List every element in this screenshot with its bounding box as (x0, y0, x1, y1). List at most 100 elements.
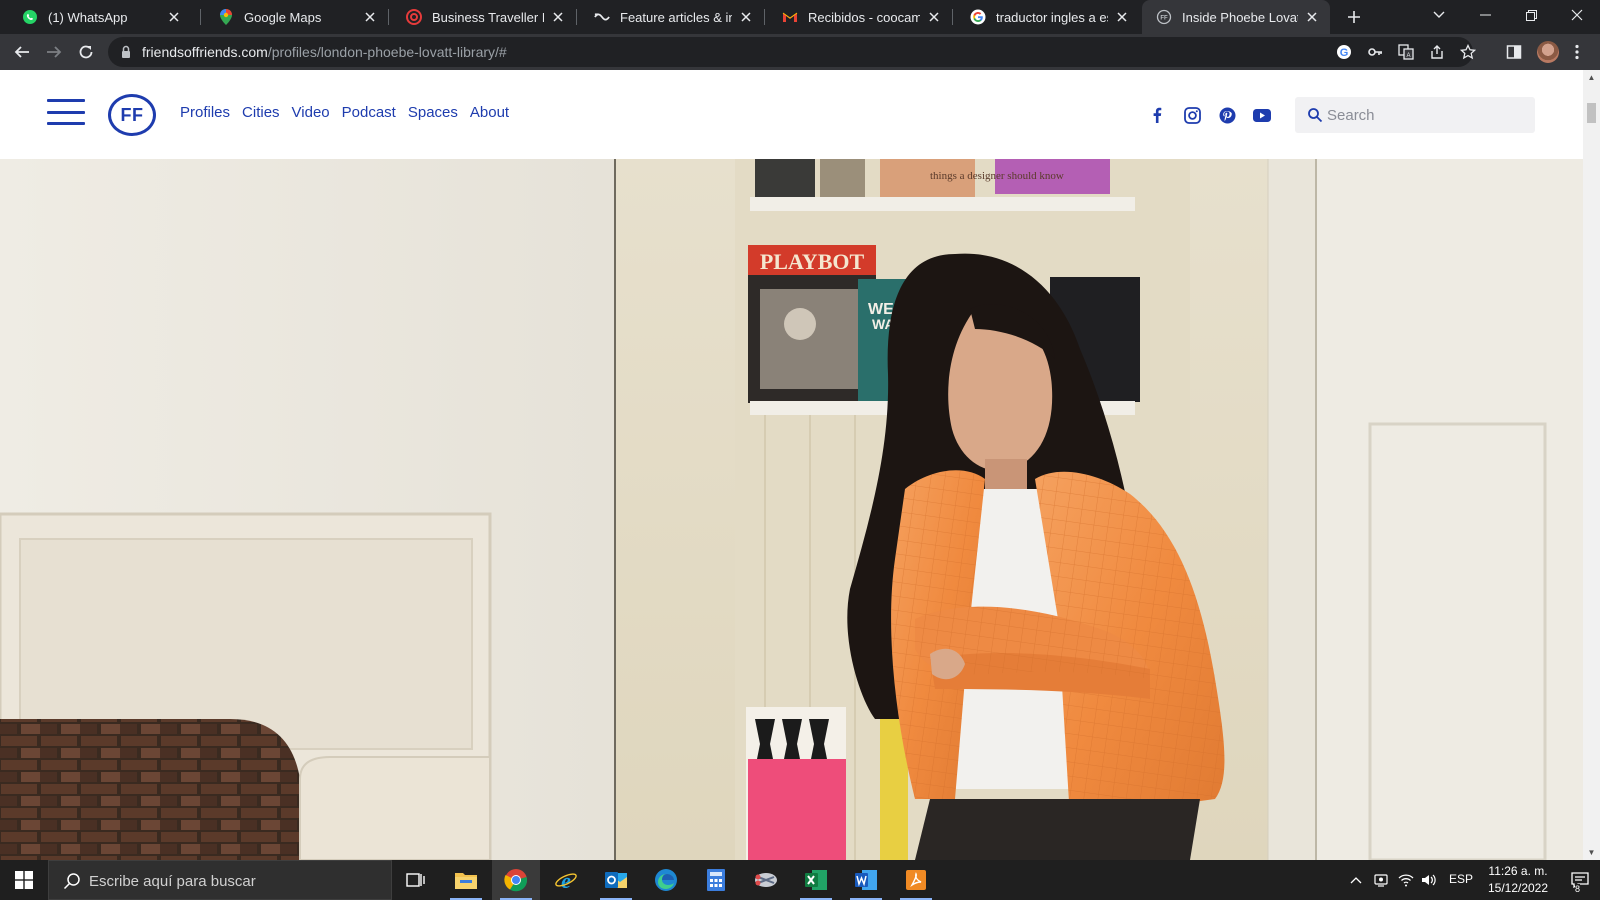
taskbar-search-placeholder: Escribe aquí para buscar (89, 873, 256, 890)
kebab-menu-icon[interactable] (1567, 42, 1587, 62)
start-button[interactable] (0, 860, 48, 900)
address-bar[interactable]: friendsoffriends.com/profiles/london-pho… (108, 37, 1476, 67)
reload-icon (79, 45, 93, 59)
scroll-down-arrow-icon[interactable]: ▼ (1587, 848, 1596, 857)
snipping-tool-icon[interactable] (742, 860, 790, 900)
scroll-up-arrow-icon[interactable]: ▲ (1587, 73, 1596, 82)
minimize-icon (1479, 14, 1491, 16)
plus-icon (1348, 11, 1360, 23)
tab-close-icon[interactable] (1304, 9, 1320, 25)
browser-toolbar: friendsoffriends.com/profiles/london-pho… (0, 34, 1600, 70)
translate-icon[interactable]: A (1398, 44, 1414, 60)
task-view-icon[interactable] (392, 860, 440, 900)
taskbar-search[interactable]: Escribe aquí para buscar (48, 860, 392, 900)
site-nav: Profiles Cities Video Podcast Spaces Abo… (180, 104, 509, 121)
share-icon[interactable] (1429, 44, 1445, 60)
tab-search-button[interactable] (1416, 0, 1462, 30)
volume-icon[interactable] (1420, 871, 1438, 889)
site-logo[interactable]: FF (108, 94, 156, 136)
search-icon (63, 873, 80, 890)
tab-close-icon[interactable] (550, 9, 566, 25)
back-button[interactable] (10, 40, 34, 64)
windows-logo-icon (15, 871, 33, 889)
tab-google-maps[interactable]: Google Maps (204, 0, 388, 34)
nav-video[interactable]: Video (292, 104, 330, 121)
tab-close-icon[interactable] (166, 9, 182, 25)
wifi-icon[interactable] (1397, 871, 1415, 889)
chrome-icon[interactable] (492, 860, 540, 900)
notification-center-icon[interactable] (1560, 860, 1600, 900)
language-indicator[interactable]: ESP (1449, 872, 1473, 886)
calculator-icon[interactable] (692, 860, 740, 900)
new-tab-button[interactable] (1343, 6, 1365, 28)
tab-title: Business Traveller Midd (432, 9, 544, 25)
nav-podcast[interactable]: Podcast (342, 104, 396, 121)
side-panel-icon[interactable] (1504, 42, 1524, 62)
scroll-thumb[interactable] (1587, 103, 1596, 123)
magazine-title: PLAYBOT (760, 249, 865, 274)
hamburger-menu-icon[interactable] (47, 99, 85, 125)
svg-text:G: G (1340, 47, 1349, 59)
nav-cities[interactable]: Cities (242, 104, 280, 121)
forward-button[interactable] (42, 40, 66, 64)
hero-photo: things a designer should know PLAYBOT WE… (0, 159, 1583, 860)
tab-strip: (1) WhatsApp Google Maps Business Travel… (0, 0, 1600, 34)
profile-avatar[interactable] (1537, 41, 1559, 63)
edge-icon[interactable] (642, 860, 690, 900)
word-icon[interactable] (842, 860, 890, 900)
page-scrollbar[interactable]: ▲ ▼ (1583, 70, 1600, 860)
outlook-icon[interactable] (592, 860, 640, 900)
tab-inside-phoebe-lovatt[interactable]: FF Inside Phoebe Lovatt's (1142, 0, 1330, 34)
svg-text:FF: FF (1160, 16, 1168, 22)
chevron-up-icon[interactable] (1347, 871, 1365, 889)
whatsapp-icon (22, 9, 38, 25)
tab-title: Recibidos - coocampog (808, 9, 920, 25)
file-explorer-icon[interactable] (442, 860, 490, 900)
tab-title: Feature articles & interv (620, 9, 732, 25)
tab-title: Google Maps (244, 9, 322, 25)
google-lens-icon[interactable]: G (1336, 44, 1352, 60)
tab-close-icon[interactable] (1114, 9, 1130, 25)
tab-business-traveller[interactable]: Business Traveller Midd (392, 0, 576, 34)
tab-title: (1) WhatsApp (48, 9, 128, 25)
nav-spaces[interactable]: Spaces (408, 104, 458, 121)
nav-profiles[interactable]: Profiles (180, 104, 230, 121)
minimize-button[interactable] (1462, 0, 1508, 30)
youtube-icon[interactable] (1252, 105, 1272, 125)
pdf-reader-icon[interactable] (892, 860, 940, 900)
friends-of-friends-icon: FF (1156, 9, 1172, 25)
internet-explorer-icon[interactable]: e (542, 860, 590, 900)
tab-feature-articles[interactable]: Feature articles & interv (580, 0, 764, 34)
tab-translator[interactable]: traductor ingles a espar (956, 0, 1140, 34)
reload-button[interactable] (74, 40, 98, 64)
google-maps-icon (218, 9, 234, 25)
facebook-icon[interactable] (1147, 105, 1167, 125)
meet-now-icon[interactable] (1372, 871, 1390, 889)
tab-close-icon[interactable] (362, 9, 378, 25)
clock-date: 15/12/2022 (1487, 881, 1549, 895)
bookmark-star-icon[interactable] (1460, 44, 1476, 60)
tab-whatsapp[interactable]: (1) WhatsApp (8, 0, 192, 34)
tab-divider (200, 9, 201, 25)
close-window-button[interactable] (1554, 0, 1600, 30)
excel-icon[interactable] (792, 860, 840, 900)
clock-time: 11:26 a. m. (1488, 864, 1548, 878)
tab-gmail[interactable]: Recibidos - coocampog (768, 0, 952, 34)
restore-icon (1525, 9, 1537, 21)
feature-articles-icon (594, 9, 610, 25)
system-clock[interactable]: 11:26 a. m. 15/12/2022 (1478, 863, 1558, 897)
site-search[interactable] (1295, 97, 1535, 133)
key-icon[interactable] (1367, 44, 1383, 60)
restore-button[interactable] (1508, 0, 1554, 30)
tab-close-icon[interactable] (738, 9, 754, 25)
google-icon (970, 9, 986, 25)
tab-close-icon[interactable] (926, 9, 942, 25)
gmail-icon (782, 9, 798, 25)
instagram-icon[interactable] (1182, 105, 1202, 125)
search-input[interactable] (1327, 97, 1527, 133)
pinterest-icon[interactable] (1217, 105, 1237, 125)
url-text[interactable]: friendsoffriends.com/profiles/london-pho… (142, 44, 507, 60)
lock-icon[interactable] (118, 44, 134, 60)
nav-about[interactable]: About (470, 104, 509, 121)
tab-title: Inside Phoebe Lovatt's (1182, 9, 1298, 25)
